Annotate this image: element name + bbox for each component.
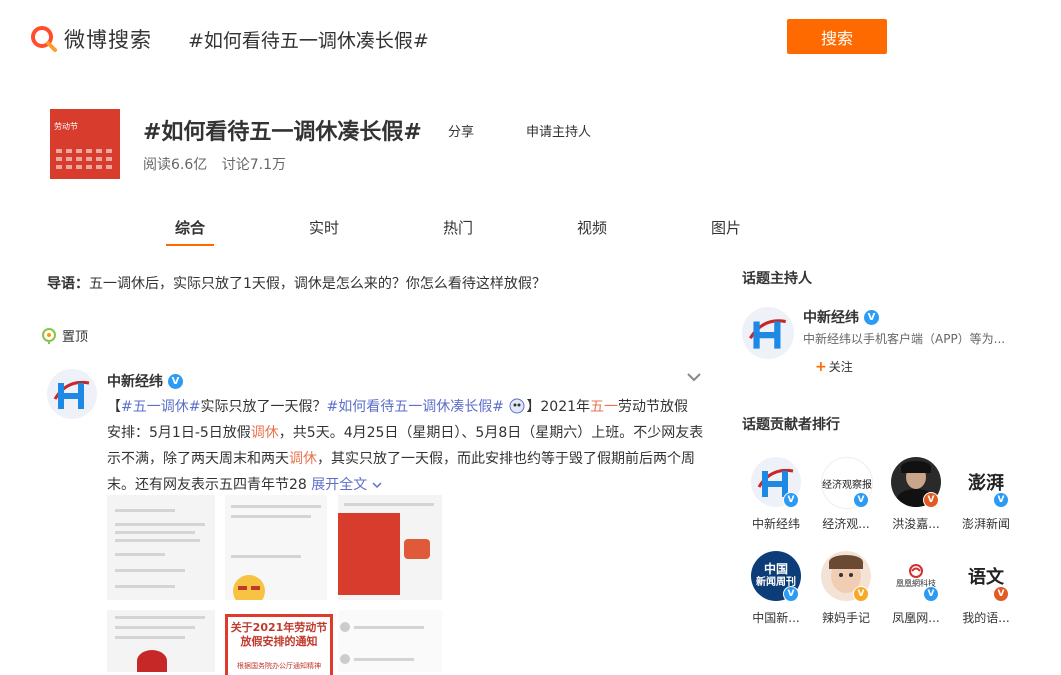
- topic-cover-image: 劳动节: [50, 109, 120, 179]
- cover-caption: 劳动节: [54, 122, 78, 131]
- post-image-2[interactable]: [225, 495, 327, 600]
- hashtag-link[interactable]: #五一调休#: [121, 399, 200, 415]
- post-author[interactable]: 中新经纬 V: [107, 371, 183, 391]
- logo-text: 经济观察报: [822, 479, 872, 491]
- tab-video[interactable]: 视频: [562, 217, 622, 238]
- search-logo-icon: [31, 26, 57, 52]
- share-button[interactable]: 分享: [448, 121, 474, 140]
- zhongxin-logo-icon: [47, 369, 97, 419]
- host-description: 中新经纬以手机客户端（APP）等为...: [803, 332, 1006, 346]
- host-name[interactable]: 中新经纬 V: [803, 307, 879, 327]
- logo-text: 语文: [968, 567, 1004, 588]
- notice-subtitle: 根据国务院办公厅通知精神: [237, 662, 321, 670]
- post-line-2: 安排：5月1日-5日放假调休，共5天。4月25日（星期日）、5月8日（星期六）上…: [107, 425, 704, 441]
- apply-host-button[interactable]: 申请主持人: [526, 121, 591, 140]
- zhongxin-logo-icon: [742, 307, 794, 359]
- hashtag-link[interactable]: #如何看待五一调休凑长假#: [326, 399, 503, 415]
- topic-lead: 导语：五一调休后，实际只放了1天假，调休是怎么来的？你怎么看待这样放假？: [47, 273, 546, 293]
- logo-text: 澎湃: [968, 473, 1004, 494]
- post-line-3: 示不满，除了两天周末和两天调休，其实只放了一天假，而此安排也约等于毁了假期前后两…: [107, 451, 695, 467]
- post-image-6[interactable]: [338, 610, 442, 672]
- weibo-search-logo[interactable]: 微博搜索: [30, 24, 152, 54]
- contributor-name[interactable]: 中国新...: [741, 609, 811, 626]
- contributor-name[interactable]: 澎湃新闻: [951, 515, 1021, 532]
- search-query[interactable]: #如何看待五一调休凑长假#: [188, 26, 429, 53]
- post-line-1: 【#五一调休#实际只放了一天假？#如何看待五一调休凑长假# 】2021年五一劳动…: [107, 398, 689, 415]
- logo-text: 微博搜索: [64, 28, 152, 52]
- tab-pictures[interactable]: 图片: [696, 217, 756, 238]
- cover-calendar-grid: [56, 149, 112, 169]
- discussion-count: 讨论7.1万: [221, 157, 286, 173]
- logo-text: 中国: [763, 562, 788, 576]
- topic-stats: 阅读6.6亿 讨论7.1万: [143, 154, 296, 174]
- post-image-4[interactable]: [107, 610, 215, 672]
- follow-button[interactable]: + 关注: [815, 358, 853, 375]
- contributor-name[interactable]: 洪浚嘉...: [881, 515, 951, 532]
- verified-icon: V: [783, 492, 799, 508]
- verified-red-icon: V: [993, 586, 1009, 602]
- verified-icon: V: [783, 586, 799, 602]
- post-image-3[interactable]: [338, 495, 442, 600]
- post-text: 【#五一调休#实际只放了一天假？#如何看待五一调休凑长假# 】2021年五一劳动…: [107, 394, 707, 498]
- pinned-label: 置顶: [62, 330, 89, 345]
- lead-label: 导语：: [47, 276, 89, 292]
- verified-icon: V: [853, 492, 869, 508]
- topic-title: #如何看待五一调休凑长假#: [143, 120, 422, 145]
- tab-realtime[interactable]: 实时: [294, 217, 354, 238]
- contributors-section-title: 话题贡献者排行: [742, 417, 840, 433]
- contributor-name[interactable]: 经济观...: [811, 515, 881, 532]
- author-name[interactable]: 中新经纬: [107, 371, 163, 391]
- author-avatar[interactable]: [47, 369, 97, 419]
- verified-red-icon: V: [923, 492, 939, 508]
- post-image-1[interactable]: [107, 495, 215, 600]
- verified-icon: V: [168, 373, 183, 389]
- notice-title: 关于2021年劳动节放假安排的通知: [230, 621, 328, 648]
- emoji-face-icon: [233, 575, 265, 600]
- verified-icon: V: [923, 586, 939, 602]
- host-avatar[interactable]: [742, 307, 794, 359]
- contributor-name[interactable]: 我的语...: [951, 609, 1021, 626]
- contributor-name[interactable]: 中新经纬: [741, 515, 811, 532]
- active-tab-indicator: [166, 244, 214, 246]
- notice-image[interactable]: 关于2021年劳动节放假安排的通知 根据国务院办公厅通知精神: [225, 614, 333, 675]
- verified-icon: V: [864, 309, 879, 325]
- tab-hot[interactable]: 热门: [428, 217, 488, 238]
- verified-icon: V: [993, 492, 1009, 508]
- contributor-name[interactable]: 辣妈手记: [811, 609, 881, 626]
- lead-text: 五一调休后，实际只放了1天假，调休是怎么来的？你怎么看待这样放假？: [89, 276, 546, 292]
- pin-icon: [42, 327, 56, 344]
- contributor-name[interactable]: 凤凰网...: [881, 609, 951, 626]
- host-section-title: 话题主持人: [742, 271, 812, 287]
- search-button[interactable]: 搜索: [787, 19, 887, 54]
- phoenix-logo-icon: [909, 563, 923, 578]
- topic-emoji-icon: [509, 398, 525, 414]
- verified-gold-icon: V: [853, 586, 869, 602]
- chevron-down-icon[interactable]: [686, 370, 702, 384]
- read-count: 阅读6.6亿: [143, 157, 208, 173]
- expand-chevron-icon: [372, 482, 382, 489]
- plus-icon: +: [815, 359, 827, 375]
- pinned-marker: 置顶: [42, 326, 88, 345]
- tab-general[interactable]: 综合: [160, 217, 220, 238]
- expand-full-text[interactable]: 展开全文: [311, 477, 382, 493]
